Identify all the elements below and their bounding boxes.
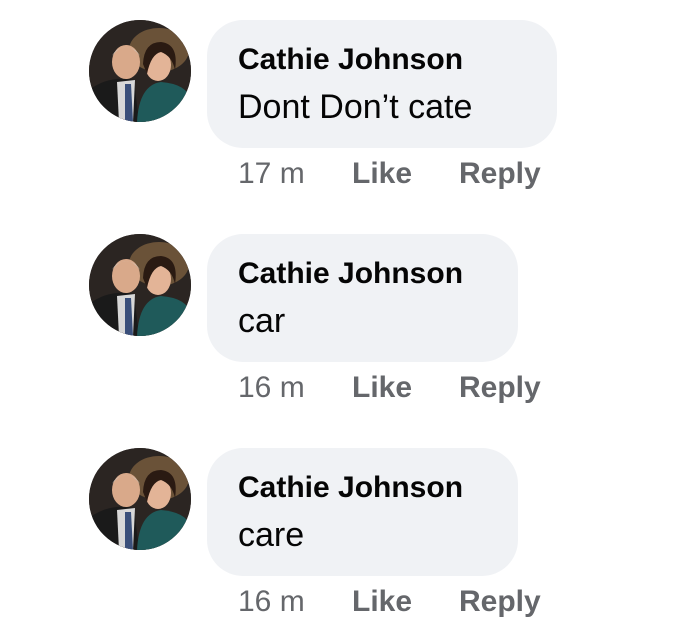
comment-actions: 17 m Like Reply xyxy=(238,156,541,192)
comment-item: Cathie Johnson car 16 m Like Reply xyxy=(0,214,700,428)
like-button[interactable]: Like xyxy=(352,585,459,619)
reply-button[interactable]: Reply xyxy=(459,585,541,619)
profile-photo-icon xyxy=(89,20,191,122)
avatar[interactable] xyxy=(89,20,191,122)
comment-text: care xyxy=(238,516,305,554)
comment-bubble: Cathie Johnson Dont Don’t cate xyxy=(207,20,557,148)
avatar[interactable] xyxy=(89,448,191,550)
comment-bubble: Cathie Johnson car xyxy=(207,234,518,362)
avatar[interactable] xyxy=(89,234,191,336)
comment-bubble: Cathie Johnson care xyxy=(207,448,518,576)
comment-author[interactable]: Cathie Johnson xyxy=(238,42,527,78)
reply-button[interactable]: Reply xyxy=(459,371,541,405)
comment-timestamp[interactable]: 17 m xyxy=(238,157,352,191)
comment-text: car xyxy=(238,302,286,340)
comment-actions: 16 m Like Reply xyxy=(238,584,541,620)
profile-photo-icon xyxy=(89,448,191,550)
comment-timestamp[interactable]: 16 m xyxy=(238,371,352,405)
comment-item: Cathie Johnson care 16 m Like Reply xyxy=(0,428,700,642)
comment-author[interactable]: Cathie Johnson xyxy=(238,256,488,292)
comment-author[interactable]: Cathie Johnson xyxy=(238,470,488,506)
comment-timestamp[interactable]: 16 m xyxy=(238,585,352,619)
comment-item: Cathie Johnson Dont Don’t cate 17 m Like… xyxy=(0,0,700,214)
comment-text: Dont Don’t cate xyxy=(238,88,473,126)
profile-photo-icon xyxy=(89,234,191,336)
comment-actions: 16 m Like Reply xyxy=(238,370,541,406)
like-button[interactable]: Like xyxy=(352,371,459,405)
reply-button[interactable]: Reply xyxy=(459,157,541,191)
like-button[interactable]: Like xyxy=(352,157,459,191)
